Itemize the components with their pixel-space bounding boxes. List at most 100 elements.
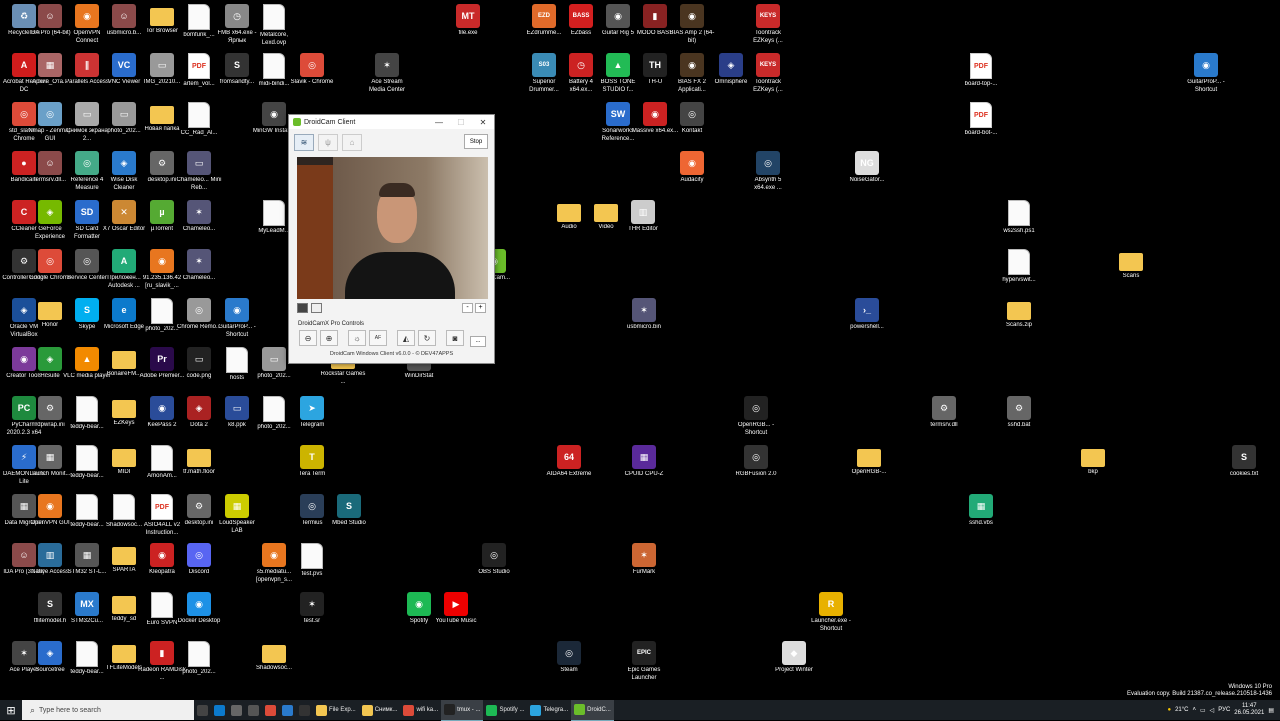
desktop-icon[interactable]: ✶ FurMark — [620, 543, 668, 589]
stop-button[interactable]: Stop — [464, 134, 488, 149]
desktop-icon[interactable]: bkp — [1069, 445, 1117, 491]
desktop-icon[interactable]: ◉ GuitarProP... - Shortcut — [213, 298, 261, 344]
taskbar-window-button[interactable]: Снимк... — [359, 700, 401, 720]
desktop-icon[interactable]: ◎ OpenRGB... - Shortcut — [732, 396, 780, 442]
taskbar-window-button[interactable]: tmux - ... — [441, 699, 484, 721]
wifi-server-icon[interactable]: ⌂ — [342, 134, 362, 151]
desktop-icon[interactable]: ▦ CPUID CPU-Z — [620, 445, 668, 491]
desktop-icon[interactable]: ◎ Slavik - Chrome — [288, 53, 336, 99]
desktop-icon[interactable]: ◎ Discord — [175, 543, 223, 589]
desktop-icon[interactable]: KEYS Toontrack EZKeys (... — [744, 53, 792, 99]
more-options-button[interactable]: ... — [470, 336, 486, 347]
chrome-icon[interactable] — [262, 700, 279, 720]
volume-icon[interactable]: ◁ — [1210, 707, 1215, 714]
desktop-icon[interactable]: Scans — [1107, 249, 1155, 295]
desktop-icon[interactable]: ✶ Chameleo... — [175, 200, 223, 246]
desktop-icon[interactable]: ws2ssh.ps1 — [995, 200, 1043, 246]
desktop-icon[interactable]: ◎ Absynth 5 x64.exe ... — [744, 151, 792, 197]
desktop-icon[interactable]: ◆ Project Winter — [770, 641, 818, 687]
store-icon[interactable] — [228, 700, 245, 720]
desktop-icon[interactable]: MT file.exe — [444, 4, 492, 50]
wifi-icon[interactable]: ≋ — [294, 134, 314, 151]
desktop-icon[interactable]: PDF board-bot-... — [957, 102, 1005, 148]
desktop-icon[interactable]: ✶ Chameleo... — [175, 249, 223, 295]
desktop-icon[interactable]: hypervswit... — [995, 249, 1043, 295]
autofocus-button[interactable]: AF — [369, 330, 387, 346]
desktop-icon[interactable]: ➤ Telegram — [288, 396, 336, 442]
network-icon[interactable]: ▭ — [1200, 707, 1206, 714]
desktop-icon[interactable]: Metalcore, Lexd.ovp — [250, 4, 298, 50]
desktop-icon[interactable]: ◎ OBS Studio — [470, 543, 518, 589]
chevron-up-icon[interactable]: ˄ — [1192, 707, 1196, 713]
desktop-icon[interactable]: ✶ test.sr — [288, 592, 336, 638]
usb-icon[interactable]: ψ — [318, 134, 338, 151]
desktop-icon[interactable]: ◉ GuitarProP... - Shortcut — [1182, 53, 1230, 99]
desktop-icon[interactable]: NG NoiseGator... — [843, 151, 891, 197]
taskbar-window-button[interactable]: wifi ka... — [400, 700, 441, 720]
maximize-icon[interactable]: ☐ — [450, 118, 472, 127]
taskbar-window-button[interactable]: Spotify ... — [483, 700, 527, 720]
shrink-icon[interactable]: - — [462, 303, 473, 313]
task-view-icon[interactable] — [194, 700, 211, 720]
close-icon[interactable]: ✕ — [472, 118, 494, 127]
desktop-icon[interactable]: R Launcher.exe - Shortcut — [807, 592, 855, 638]
desktop-icon[interactable]: ▥ THR Editor — [619, 200, 667, 246]
desktop-icon[interactable]: CC_Rad_Al... — [175, 102, 223, 148]
desktop-icon[interactable]: ▭ Chameleo... Mini Reb... — [175, 151, 223, 197]
notifications-icon[interactable]: ▤ — [1268, 707, 1274, 714]
app-icon: ◎ — [756, 151, 780, 175]
desktop-icon[interactable]: ✶ Ace Stream Media Center — [363, 53, 411, 99]
desktop-icon[interactable]: OpenRGB-... — [845, 445, 893, 491]
weather-icon[interactable]: ● — [1167, 707, 1171, 713]
clock[interactable]: 11:47 26.05.2021 — [1234, 703, 1264, 717]
desktop-icon[interactable]: ✶ usbmicro.bin — [620, 298, 668, 344]
desktop-icon[interactable]: PDF board-top-... — [957, 53, 1005, 99]
desktop-icon[interactable]: Shadowsoc... — [250, 641, 298, 687]
desktop-icon[interactable]: test.pvs — [288, 543, 336, 589]
flash-light-icon[interactable]: ☼ — [348, 330, 366, 346]
desktop-icon-label: Steam — [560, 667, 578, 673]
camera-snapshot-icon[interactable]: ◙ — [446, 330, 464, 346]
desktop-icon[interactable]: ▦ sshd.vbs — [957, 494, 1005, 540]
terminal-icon[interactable] — [296, 700, 313, 720]
droidcam-titlebar[interactable]: DroidCam Client — ☐ ✕ — [289, 115, 494, 129]
desktop-icon[interactable]: Scookies.txt — [1220, 445, 1268, 491]
taskbar-window-button[interactable]: File Exp... — [313, 700, 359, 720]
desktop-icon[interactable]: ◉ BIAS Amp 2 (64-bit) — [668, 4, 716, 50]
minimize-icon[interactable]: — — [428, 118, 450, 127]
taskbar-window-button[interactable]: Telegra... — [527, 700, 571, 720]
vscode-icon[interactable] — [279, 700, 296, 720]
desktop-icon[interactable]: ◎ Kontakt — [668, 102, 716, 148]
desktop-icon[interactable]: ⚙ termsrv.dll — [920, 396, 968, 442]
screenshot-icon[interactable] — [311, 303, 322, 313]
obs-icon[interactable] — [245, 700, 262, 720]
zoom-in-icon[interactable]: ⊕ — [320, 330, 338, 346]
taskbar-search[interactable]: ⌕ Type here to search — [22, 700, 194, 720]
desktop-icon[interactable]: tf.math.floor — [175, 445, 223, 491]
desktop-icon[interactable]: ◉ Docker Desktop — [175, 592, 223, 638]
edge-icon[interactable] — [211, 700, 228, 720]
desktop-icon[interactable]: ▦ LoudSpeaker LAB — [213, 494, 261, 540]
desktop-icon[interactable]: ›_ powershell... — [843, 298, 891, 344]
desktop-icon[interactable]: ◎ RGBFusion 2.0 — [732, 445, 780, 491]
desktop-icon[interactable]: EPIC Epic Games Launcher — [620, 641, 668, 687]
desktop-icon[interactable]: T Tera Term — [288, 445, 336, 491]
desktop-icon[interactable]: 64 AIDA64 Extreme — [545, 445, 593, 491]
desktop-icon[interactable]: ◎ Steam — [545, 641, 593, 687]
start-button[interactable]: ⊞ — [0, 700, 22, 720]
taskbar-window-button[interactable]: DroidC... — [571, 699, 614, 721]
desktop-icon[interactable]: ▶ YouTube Music — [432, 592, 480, 638]
desktop-icon[interactable]: ◉ Audacity — [668, 151, 716, 197]
desktop-icon[interactable]: photo_202... — [175, 641, 223, 687]
temperature[interactable]: 21°C — [1175, 707, 1188, 713]
preview-toggle-icon[interactable] — [297, 303, 308, 313]
desktop-icon[interactable]: Scans.zip — [995, 298, 1043, 344]
enlarge-icon[interactable]: + — [475, 303, 486, 313]
desktop-icon[interactable]: KEYS Toontrack EZKeys (... — [744, 4, 792, 50]
desktop-icon[interactable]: ⚙ sshd.bat — [995, 396, 1043, 442]
rotate-icon[interactable]: ↻ — [418, 330, 436, 346]
mirror-icon[interactable]: ◭ — [397, 330, 415, 346]
desktop-icon[interactable]: S Mbed Studio — [325, 494, 373, 540]
language-indicator[interactable]: РУС — [1218, 707, 1230, 713]
zoom-out-icon[interactable]: ⊖ — [299, 330, 317, 346]
